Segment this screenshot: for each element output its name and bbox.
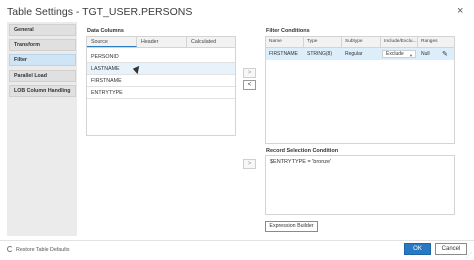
- column-header-include-exclude: Include/Exclu...: [381, 37, 418, 47]
- list-item[interactable]: FIRSTNAME: [87, 75, 235, 87]
- close-icon[interactable]: ×: [457, 5, 463, 17]
- column-header-name: Name: [266, 37, 304, 47]
- resize-grip-icon[interactable]: ⋰: [466, 252, 472, 259]
- include-exclude-value: Exclude: [386, 51, 404, 57]
- add-to-condition-button[interactable]: >: [243, 159, 256, 169]
- tab-header[interactable]: Header: [137, 37, 187, 47]
- cancel-button[interactable]: Cancel: [435, 243, 467, 255]
- chevron-down-icon: ▼: [409, 53, 413, 58]
- nav-item-parallel-load[interactable]: Parallel Load: [9, 70, 76, 82]
- include-exclude-dropdown[interactable]: Exclude ▼: [382, 50, 416, 58]
- cell-subtype: Regular: [345, 51, 363, 57]
- pencil-icon[interactable]: ✎: [442, 50, 448, 58]
- filter-conditions-grid: Name Type Subtype Include/Exclu... Range…: [265, 36, 455, 144]
- column-header-subtype: Subtype: [342, 37, 381, 47]
- record-selection-input[interactable]: $ENTRYTYPE = 'bronze': [265, 155, 455, 215]
- restore-icon: [7, 246, 13, 252]
- data-columns-tabs: Source Header Calculated: [87, 37, 235, 48]
- tab-source[interactable]: Source: [87, 37, 137, 47]
- filter-conditions-label: Filter Conditions: [266, 28, 310, 34]
- data-columns-grid: Source Header Calculated PERSONID LASTNA…: [86, 36, 236, 136]
- record-selection-label: Record Selection Condition: [266, 148, 339, 154]
- list-item[interactable]: ENTRYTYPE: [87, 87, 235, 99]
- add-filter-button[interactable]: >: [243, 68, 256, 78]
- list-item[interactable]: PERSONID: [87, 51, 235, 63]
- dialog-title: Table Settings - TGT_USER.PERSONS: [7, 6, 193, 18]
- cell-ranges: Null: [421, 51, 430, 57]
- expression-builder-button[interactable]: Expression Builder: [265, 221, 318, 232]
- nav-item-lob-column-handling[interactable]: LOB Column Handling: [9, 85, 76, 97]
- nav-item-transform[interactable]: Transform: [9, 39, 76, 51]
- settings-nav: General Transform Filter Parallel Load L…: [7, 22, 77, 236]
- restore-label: Restore Table Defaults: [16, 247, 70, 253]
- cell-name: FIRSTNAME: [269, 51, 298, 57]
- nav-item-filter[interactable]: Filter: [9, 54, 76, 66]
- column-header-ranges: Ranges: [421, 39, 438, 44]
- restore-table-defaults-link[interactable]: Restore Table Defaults: [7, 246, 70, 253]
- table-row[interactable]: FIRSTNAME STRING(8) Regular Exclude ▼ Nu…: [266, 48, 454, 60]
- filter-conditions-header: Name Type Subtype Include/Exclu... Range…: [266, 37, 454, 48]
- nav-item-general[interactable]: General: [9, 24, 76, 36]
- column-header-type: Type: [304, 37, 342, 47]
- list-item[interactable]: LASTNAME: [87, 63, 235, 75]
- tab-calculated[interactable]: Calculated: [187, 37, 235, 47]
- data-columns-label: Data Columns: [87, 28, 124, 34]
- footer-divider: [0, 240, 474, 241]
- ok-button[interactable]: OK: [404, 243, 431, 255]
- remove-filter-button[interactable]: <: [243, 80, 256, 90]
- cell-type: STRING(8): [307, 51, 332, 57]
